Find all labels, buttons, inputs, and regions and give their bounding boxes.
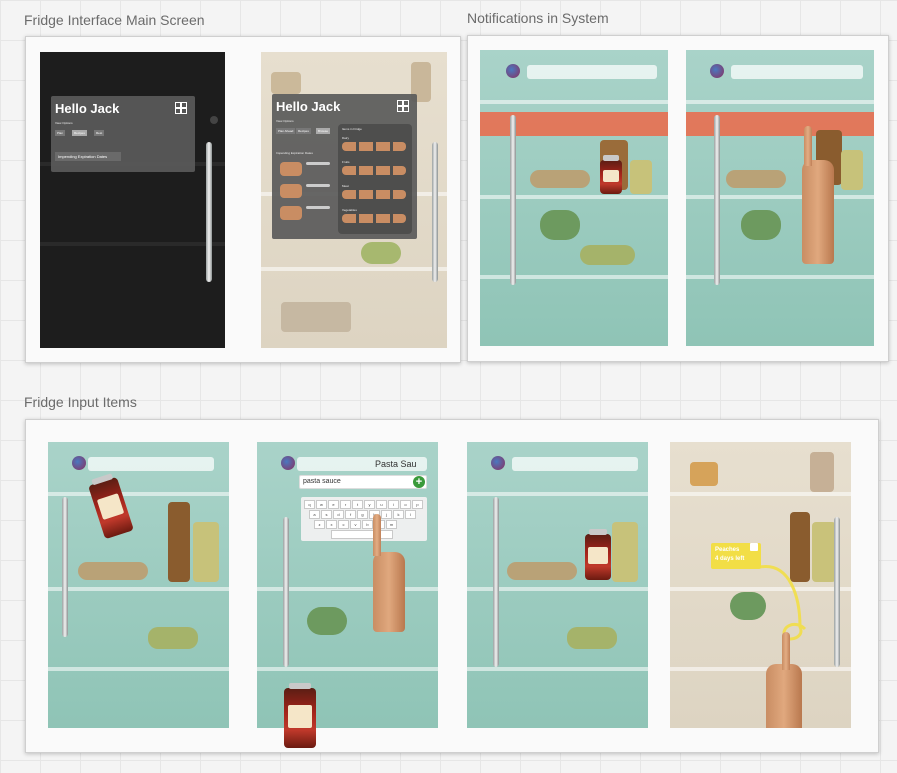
view-chip-plan[interactable]: Plan Ahead bbox=[276, 128, 296, 134]
pasta-sauce-jar bbox=[600, 155, 622, 194]
fridge-handle-4 bbox=[714, 115, 720, 285]
food-thumb[interactable] bbox=[280, 206, 302, 220]
item-search-input[interactable]: pasta sauce bbox=[299, 475, 427, 489]
notification-icon[interactable] bbox=[72, 456, 86, 470]
search-heading: Pasta Sau bbox=[375, 459, 417, 469]
food-thumb[interactable] bbox=[280, 162, 302, 176]
keyboard-key-q[interactable]: q bbox=[304, 500, 315, 509]
keyboard-key-t[interactable]: t bbox=[352, 500, 363, 509]
notification-bar[interactable] bbox=[88, 457, 214, 471]
view-options-label: View Options bbox=[55, 121, 73, 125]
fridge-dark-screen: Hello Jack View Options Plan Recipes Res… bbox=[40, 52, 225, 348]
fridge-handle-8 bbox=[834, 517, 840, 667]
dragging-hand bbox=[766, 664, 802, 728]
keyboard-key-w[interactable]: w bbox=[316, 500, 327, 509]
notification-bar[interactable] bbox=[731, 65, 863, 79]
keyboard-key-e[interactable]: e bbox=[328, 500, 339, 509]
keyboard-key-r[interactable]: r bbox=[340, 500, 351, 509]
greeting-title: Hello Jack bbox=[55, 101, 120, 116]
pasta-sauce-jar bbox=[284, 683, 316, 748]
fridge-handle bbox=[206, 142, 212, 282]
expiration-header: Impending Expiration Dates bbox=[276, 151, 313, 155]
apps-grid-icon-2[interactable] bbox=[397, 100, 409, 112]
view-options-label-2: View Options bbox=[276, 119, 294, 123]
fridge-handle-7 bbox=[493, 497, 499, 667]
card-pin-icon bbox=[750, 543, 758, 551]
category-fruits: Fruits bbox=[342, 160, 350, 164]
keyboard-key-g[interactable]: g bbox=[357, 510, 368, 519]
food-thumb[interactable] bbox=[280, 184, 302, 198]
section-title-main-screen: Fridge Interface Main Screen bbox=[24, 12, 205, 28]
fridge-input-frame-3 bbox=[467, 442, 648, 728]
keyboard-key-i[interactable]: i bbox=[388, 500, 399, 509]
notification-icon[interactable] bbox=[281, 456, 295, 470]
keyboard-key-m[interactable]: m bbox=[386, 520, 397, 529]
view-option-chip-2[interactable]: Recipes bbox=[72, 130, 87, 136]
notification-icon[interactable] bbox=[710, 64, 724, 78]
main-screen-board: Hello Jack View Options Plan Recipes Res… bbox=[25, 36, 461, 363]
keyboard-key-l[interactable]: l bbox=[405, 510, 416, 519]
hello-panel-dark: Hello Jack View Options Plan Recipes Res… bbox=[51, 96, 195, 172]
keyboard-key-o[interactable]: o bbox=[400, 500, 411, 509]
keyboard-key-b[interactable]: b bbox=[362, 520, 373, 529]
tapping-hand bbox=[802, 160, 834, 264]
keyboard-key-x[interactable]: x bbox=[326, 520, 337, 529]
view-option-chip-3[interactable]: Rest bbox=[94, 130, 105, 136]
fridge-light-screen: Hello Jack View Options Plan Ahead Recip… bbox=[261, 52, 447, 348]
dragging-finger bbox=[782, 632, 790, 670]
fridge-input-frame-4: Peaches 4 days left bbox=[670, 442, 851, 728]
keyboard-key-f[interactable]: f bbox=[345, 510, 356, 519]
category-vegetables: Vegetables bbox=[342, 208, 357, 212]
fridge-notification-screen bbox=[480, 50, 668, 346]
section-title-input-items: Fridge Input Items bbox=[24, 394, 137, 410]
view-chip-recipes[interactable]: Recipes bbox=[296, 128, 311, 134]
fridge-handle-2 bbox=[432, 142, 438, 282]
keyboard-key-j[interactable]: j bbox=[381, 510, 392, 519]
notification-bar[interactable] bbox=[527, 65, 657, 79]
keyboard-key-s[interactable]: s bbox=[321, 510, 332, 519]
view-option-chip-1[interactable]: Plan bbox=[55, 130, 66, 136]
keyboard-key-p[interactable]: p bbox=[412, 500, 423, 509]
hello-panel-full: Hello Jack View Options Plan Ahead Recip… bbox=[272, 94, 417, 239]
keyboard-space-key[interactable] bbox=[331, 530, 393, 539]
typing-finger bbox=[373, 514, 381, 556]
on-screen-keyboard: qwertyuiopasdfghjklzxcvbnm bbox=[301, 497, 427, 541]
keyboard-key-u[interactable]: u bbox=[376, 500, 387, 509]
notification-bar[interactable] bbox=[512, 457, 638, 471]
view-chip-browse[interactable]: Browse bbox=[316, 128, 331, 134]
expiration-dropdown[interactable]: Impending Expiration Dates bbox=[55, 152, 121, 161]
fridge-handle-5 bbox=[62, 497, 68, 637]
fridge-input-frame-1 bbox=[48, 442, 229, 728]
fridge-handle-3 bbox=[510, 115, 516, 285]
camera-sensor-icon bbox=[210, 116, 218, 124]
keyboard-key-v[interactable]: v bbox=[350, 520, 361, 529]
expiring-alert-strip bbox=[480, 112, 668, 136]
keyboard-key-z[interactable]: z bbox=[314, 520, 325, 529]
keyboard-key-d[interactable]: d bbox=[333, 510, 344, 519]
typing-hand bbox=[373, 552, 405, 632]
keyboard-key-k[interactable]: k bbox=[393, 510, 404, 519]
pasta-sauce-jar-stored bbox=[585, 529, 611, 580]
notifications-board bbox=[467, 35, 889, 362]
input-items-board: Pasta Sau pasta sauce + qwertyuiopasdfgh… bbox=[25, 419, 879, 753]
notification-icon[interactable] bbox=[506, 64, 520, 78]
fridge-notification-tap-screen bbox=[686, 50, 874, 346]
category-meat: Meat bbox=[342, 184, 349, 188]
pointing-finger bbox=[804, 126, 812, 166]
fridge-input-frame-2: Pasta Sau pasta sauce + qwertyuiopasdfgh… bbox=[257, 442, 438, 728]
keyboard-key-c[interactable]: c bbox=[338, 520, 349, 529]
keyboard-key-y[interactable]: y bbox=[364, 500, 375, 509]
items-in-fridge-header: Items in Fridge bbox=[342, 127, 362, 131]
notification-icon[interactable] bbox=[491, 456, 505, 470]
keyboard-key-a[interactable]: a bbox=[309, 510, 320, 519]
section-title-notifications: Notifications in System bbox=[467, 10, 609, 26]
category-dairy: Dairy bbox=[342, 136, 350, 140]
add-item-button[interactable]: + bbox=[413, 476, 425, 488]
greeting-title-2: Hello Jack bbox=[276, 99, 341, 114]
apps-grid-icon[interactable] bbox=[175, 102, 187, 114]
fridge-handle-6 bbox=[283, 517, 289, 667]
